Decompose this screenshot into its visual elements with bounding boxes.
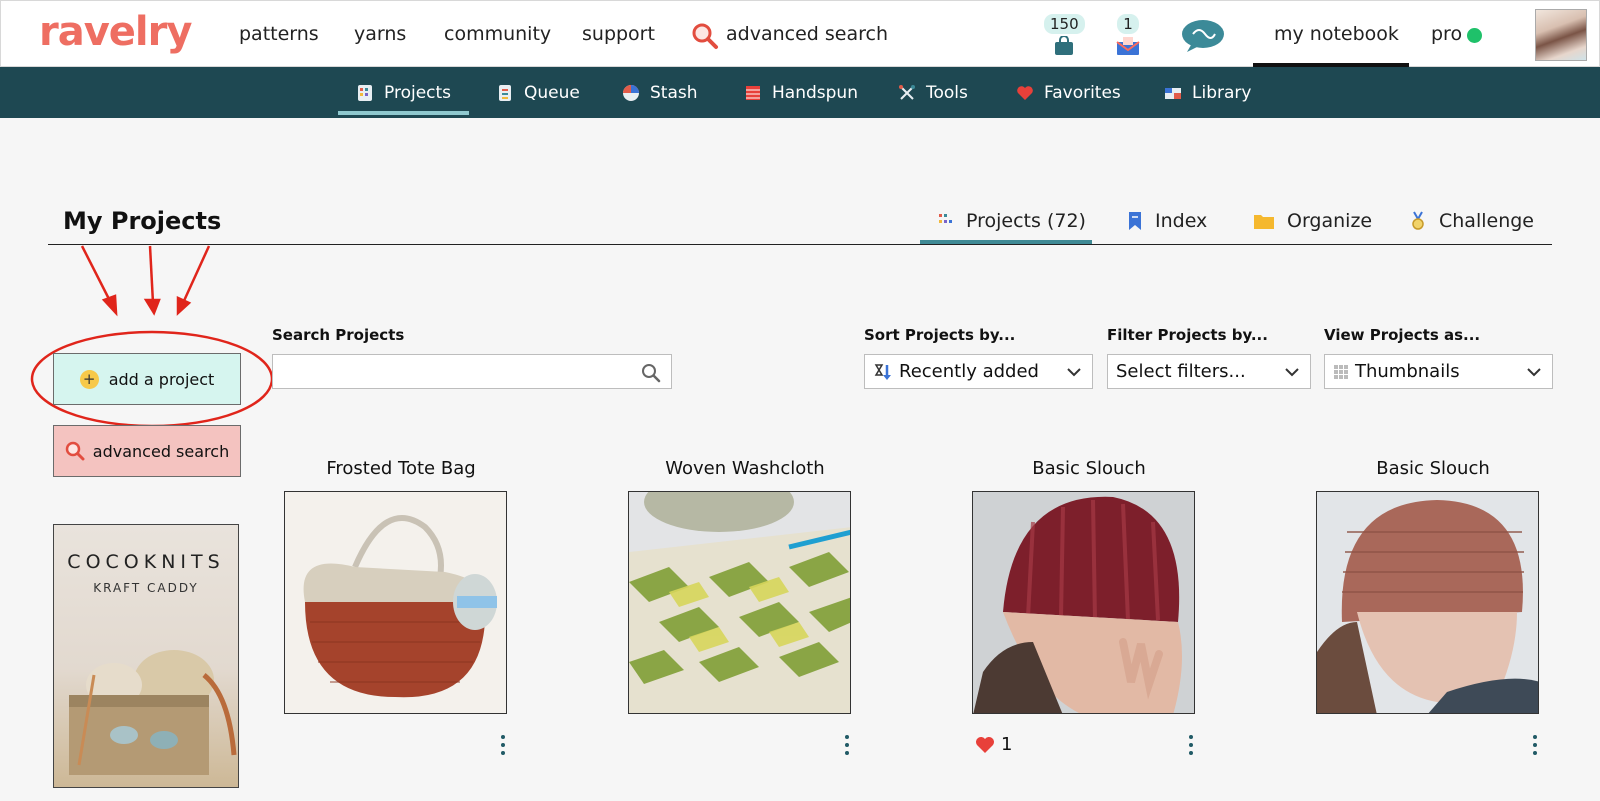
- washcloth-photo: [629, 492, 850, 713]
- more-options-icon[interactable]: [1532, 735, 1538, 755]
- tote-bag-photo: [303, 515, 497, 698]
- add-project-button[interactable]: + add a project: [53, 353, 241, 405]
- project-title[interactable]: Woven Washcloth: [615, 458, 875, 479]
- heart-icon: [976, 736, 994, 753]
- advanced-search-button[interactable]: advanced search: [53, 425, 241, 477]
- project-title[interactable]: Frosted Tote Bag: [271, 458, 531, 479]
- chevron-down-icon: [1285, 368, 1299, 377]
- view-value: Thumbnails: [1355, 361, 1460, 382]
- chevron-down-icon: [1527, 368, 1541, 377]
- add-project-label: add a project: [108, 369, 215, 389]
- ad-brand-name: COCOKNITS: [67, 551, 225, 573]
- filter-select[interactable]: Select filters...: [1107, 354, 1311, 389]
- ad-product-name: KRAFT CADDY: [93, 581, 199, 595]
- annotation-arrow: [148, 245, 155, 304]
- search-projects-input[interactable]: [273, 355, 623, 388]
- sort-select[interactable]: Recently added: [864, 354, 1093, 389]
- grid-icon: [1334, 364, 1348, 379]
- slouch-hat-photo-1: [973, 492, 1194, 713]
- project-favorites[interactable]: 1: [975, 734, 1012, 755]
- annotation-arrowhead: [101, 294, 118, 317]
- sort-icon: [874, 363, 891, 380]
- project-title[interactable]: Basic Slouch: [1303, 458, 1563, 479]
- sort-label: Sort Projects by...: [864, 326, 1016, 344]
- view-select[interactable]: Thumbnails: [1324, 354, 1553, 389]
- annotation-arrowhead: [143, 298, 161, 316]
- search-projects-box: [272, 354, 672, 389]
- slouch-hat-photo-2: [1317, 492, 1538, 713]
- search-icon: [65, 441, 85, 461]
- advertisement-banner[interactable]: COCOKNITS KRAFT CADDY: [53, 524, 239, 788]
- project-thumbnail[interactable]: [284, 491, 507, 714]
- annotation-arrowhead: [176, 296, 192, 316]
- view-label: View Projects as...: [1324, 326, 1481, 344]
- annotation-arrow: [80, 245, 113, 304]
- ad-product-image: [69, 650, 237, 775]
- more-options-icon[interactable]: [500, 735, 506, 755]
- chevron-down-icon: [1067, 368, 1081, 377]
- project-thumbnail[interactable]: [972, 491, 1195, 714]
- more-options-icon[interactable]: [1188, 735, 1194, 755]
- filter-label: Filter Projects by...: [1107, 326, 1268, 344]
- plus-icon: +: [79, 369, 99, 389]
- more-options-icon[interactable]: [844, 735, 850, 755]
- project-thumbnail[interactable]: [1316, 491, 1539, 714]
- annotation-arrow: [181, 245, 211, 304]
- advanced-search-label: advanced search: [92, 441, 230, 461]
- project-title[interactable]: Basic Slouch: [959, 458, 1219, 479]
- project-thumbnail[interactable]: [628, 491, 851, 714]
- search-projects-label: Search Projects: [272, 326, 405, 344]
- magnifier-icon[interactable]: [641, 363, 661, 383]
- sort-value: Recently added: [899, 361, 1039, 382]
- filter-value: Select filters...: [1116, 361, 1246, 382]
- favorites-count: 1: [1001, 734, 1013, 755]
